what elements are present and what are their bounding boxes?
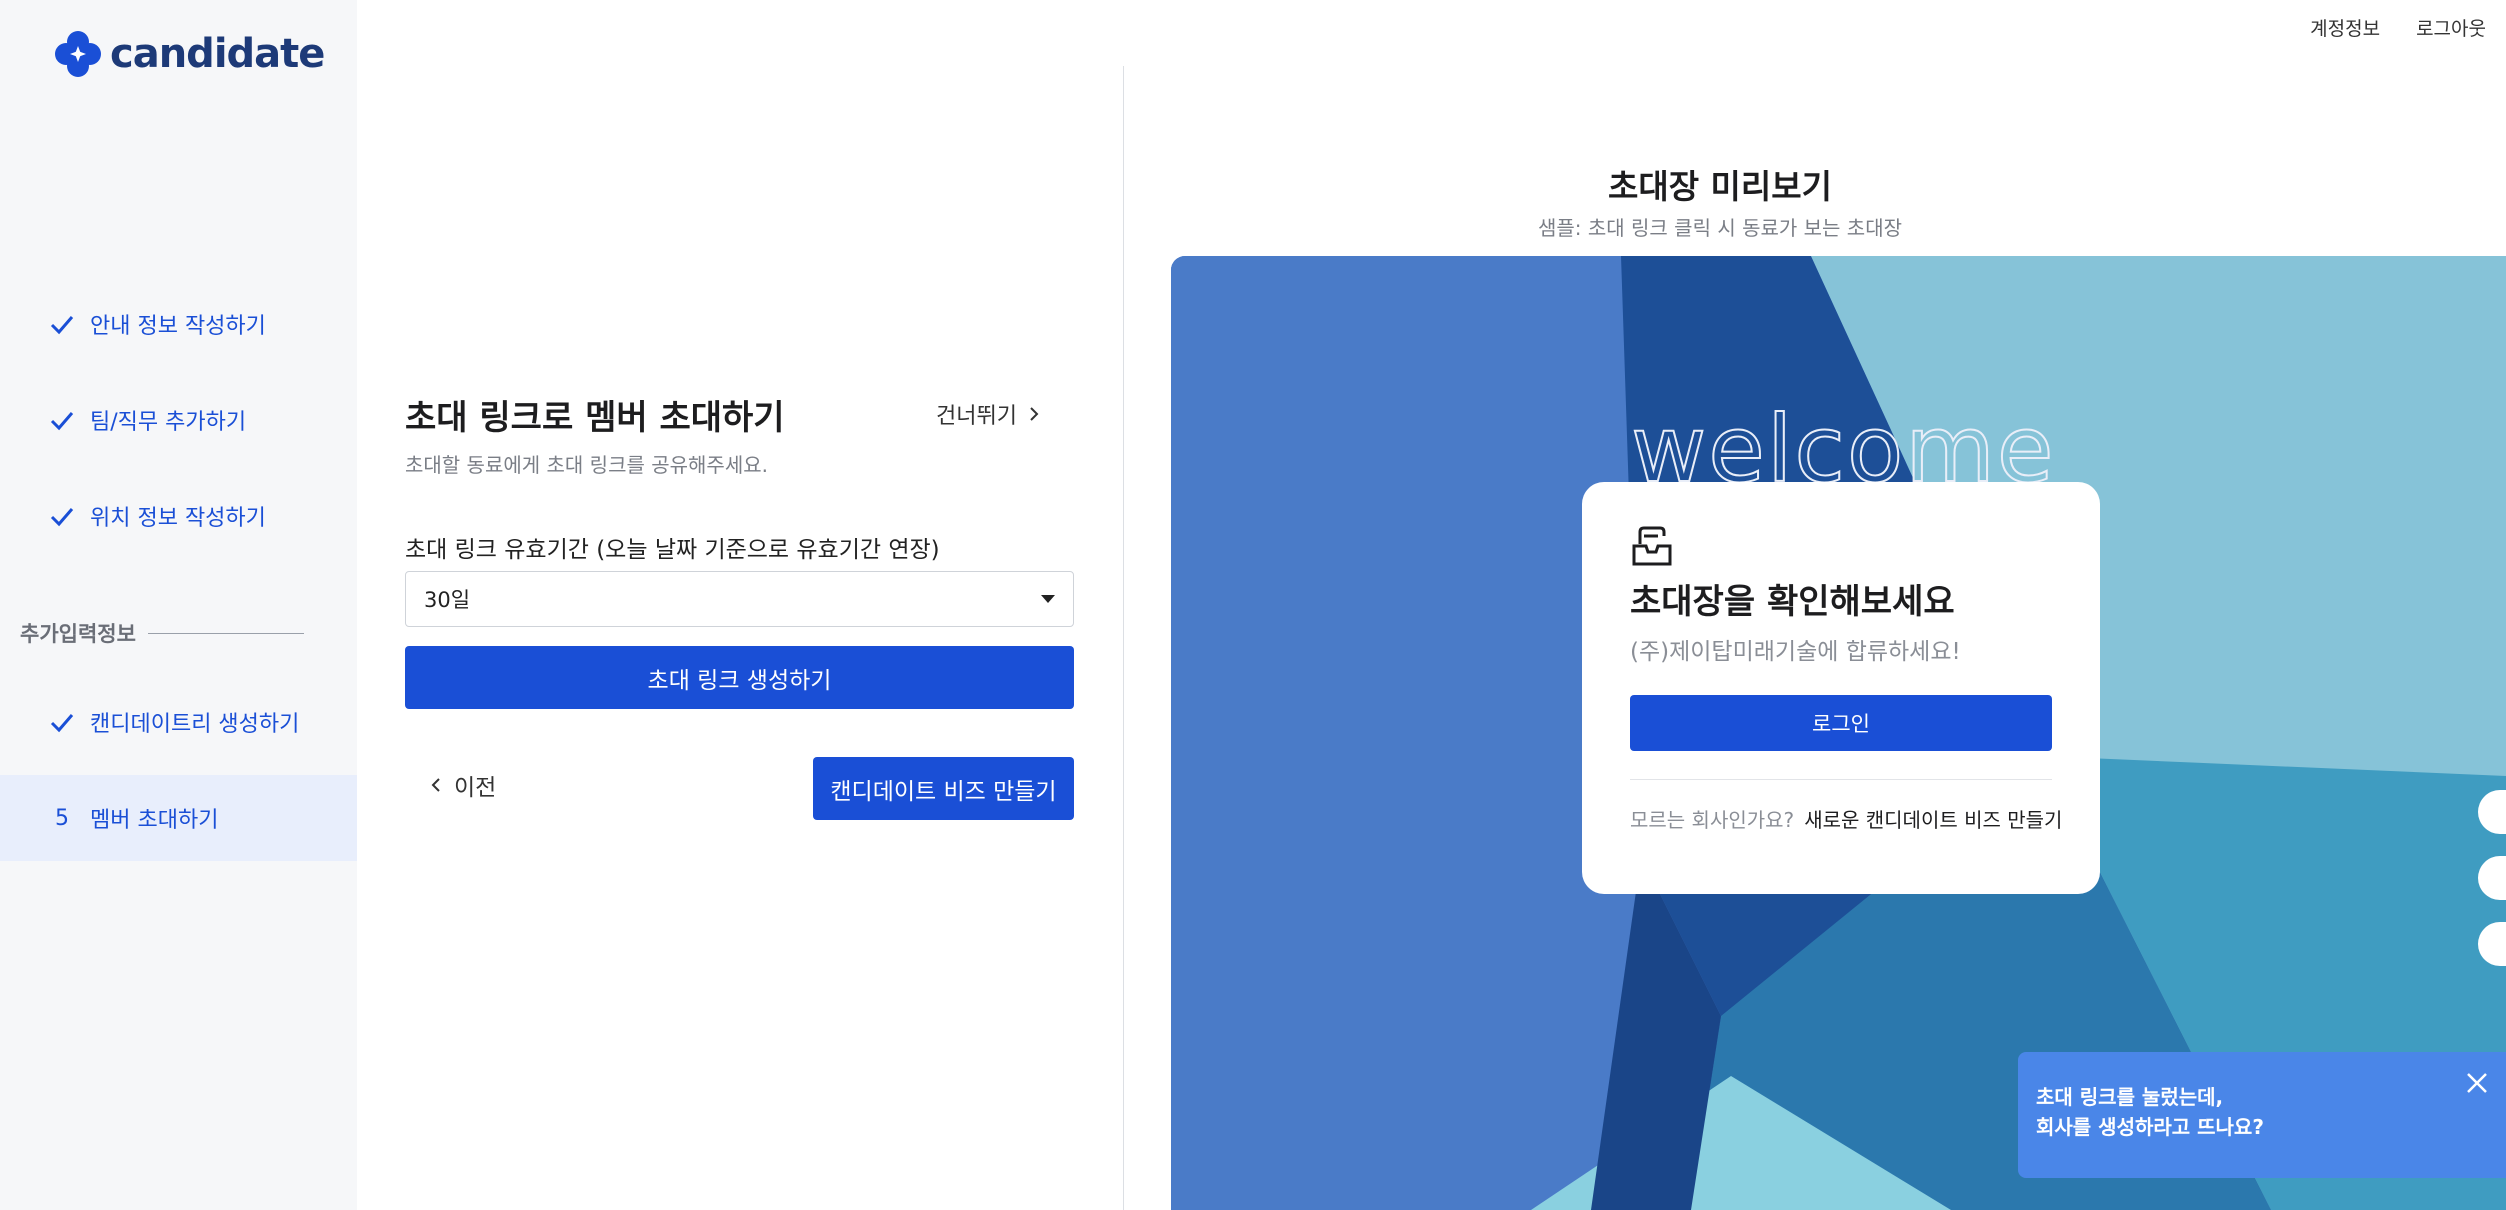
select-value: 30일: [424, 588, 471, 612]
preview-subtitle: 샘플: 초대 링크 클릭 시 동료가 보는 초대장: [1123, 212, 2506, 241]
section-label-text: 추가입력정보: [20, 622, 136, 646]
prev-label: 이전: [454, 775, 497, 801]
card-divider: [1630, 779, 2052, 780]
skip-button[interactable]: 건너뛰기: [936, 398, 1041, 430]
login-button[interactable]: 로그인: [1630, 695, 2052, 751]
chevron-right-icon: [1030, 407, 1039, 421]
preview-title: 초대장 미리보기: [1123, 160, 2506, 208]
sidebar-step-location[interactable]: 위치 정보 작성하기: [0, 473, 357, 559]
create-biz-button[interactable]: 캔디데이트 비즈 만들기: [813, 757, 1074, 820]
help-line-1: 초대 링크를 눌렀는데,: [2036, 1085, 2224, 1109]
invite-card: 초대장을 확인해보세요 (주)제이탑미래기술에 합류하세요! 로그인 모르는 회…: [1582, 482, 2100, 894]
logo[interactable]: candidate: [54, 30, 325, 78]
prev-button[interactable]: 이전: [430, 768, 496, 802]
footer-question: 모르는 회사인가요?: [1630, 808, 1795, 832]
inbox-tray-icon: [1632, 526, 1672, 566]
validity-select[interactable]: 30일: [405, 571, 1074, 627]
page-subtitle: 초대할 동료에게 초대 링크를 공유해주세요.: [405, 453, 768, 477]
validity-label: 초대 링크 유효기간 (오늘 날짜 기준으로 유효기간 연장): [405, 537, 940, 563]
check-icon: [50, 316, 74, 335]
step-number: 5: [55, 805, 69, 831]
sidebar-step-team-job[interactable]: 팀/직무 추가하기: [0, 377, 357, 463]
card-subtitle: (주)제이탑미래기술에 합류하세요!: [1630, 639, 1961, 665]
help-banner[interactable]: 초대 링크를 눌렀는데, 회사를 생성하라고 뜨나요?: [2018, 1052, 2506, 1178]
sidebar-step-label: 팀/직무 추가하기: [90, 410, 247, 435]
sidebar-section-label: 추가입력정보: [20, 618, 304, 648]
generate-link-button[interactable]: 초대 링크 생성하기: [405, 646, 1074, 709]
sidebar-step-invite-members[interactable]: 5 멤버 초대하기: [0, 775, 357, 861]
brand-name: candidate: [110, 31, 325, 77]
card-title: 초대장을 확인해보세요: [1630, 582, 1955, 622]
sidebar-step-guide-info[interactable]: 안내 정보 작성하기: [0, 281, 357, 367]
new-biz-link[interactable]: 새로운 캔디데이트 비즈 만들기: [1804, 804, 2062, 833]
top-links: 계정정보 로그아웃: [2310, 14, 2486, 41]
skip-label: 건너뛰기: [936, 404, 1017, 429]
page-title: 초대 링크로 멤버 초대하기: [405, 398, 785, 438]
clover-icon: [55, 31, 101, 77]
check-icon: [50, 412, 74, 431]
chevron-left-icon: [431, 778, 440, 792]
sidebar-step-candidatree[interactable]: 캔디데이트리 생성하기: [0, 679, 357, 765]
preview-subtitle-text: 샘플: 초대 링크 클릭 시 동료가 보는 초대장: [1537, 216, 1903, 240]
help-line-2: 회사를 생성하라고 뜨나요?: [2036, 1115, 2264, 1139]
check-icon: [50, 714, 74, 733]
sidebar-step-label: 캔디데이트리 생성하기: [90, 712, 300, 737]
section-divider: [147, 632, 304, 634]
close-icon[interactable]: [2464, 1070, 2490, 1096]
sidebar-step-label: 멤버 초대하기: [90, 808, 219, 833]
card-footer: 모르는 회사인가요? 새로운 캔디데이트 비즈 만들기: [1630, 804, 2062, 833]
preview-title-text: 초대장 미리보기: [1607, 167, 1832, 206]
sidebar: candidate 안내 정보 작성하기 팀/직무 추가하기 위치 정보 작성하…: [0, 0, 357, 1210]
check-icon: [50, 508, 74, 527]
sidebar-step-label: 안내 정보 작성하기: [90, 314, 266, 339]
account-info-link[interactable]: 계정정보: [2310, 14, 2380, 41]
caret-down-icon: [1041, 595, 1055, 603]
logout-link[interactable]: 로그아웃: [2416, 14, 2486, 41]
sidebar-step-label: 위치 정보 작성하기: [90, 506, 266, 531]
